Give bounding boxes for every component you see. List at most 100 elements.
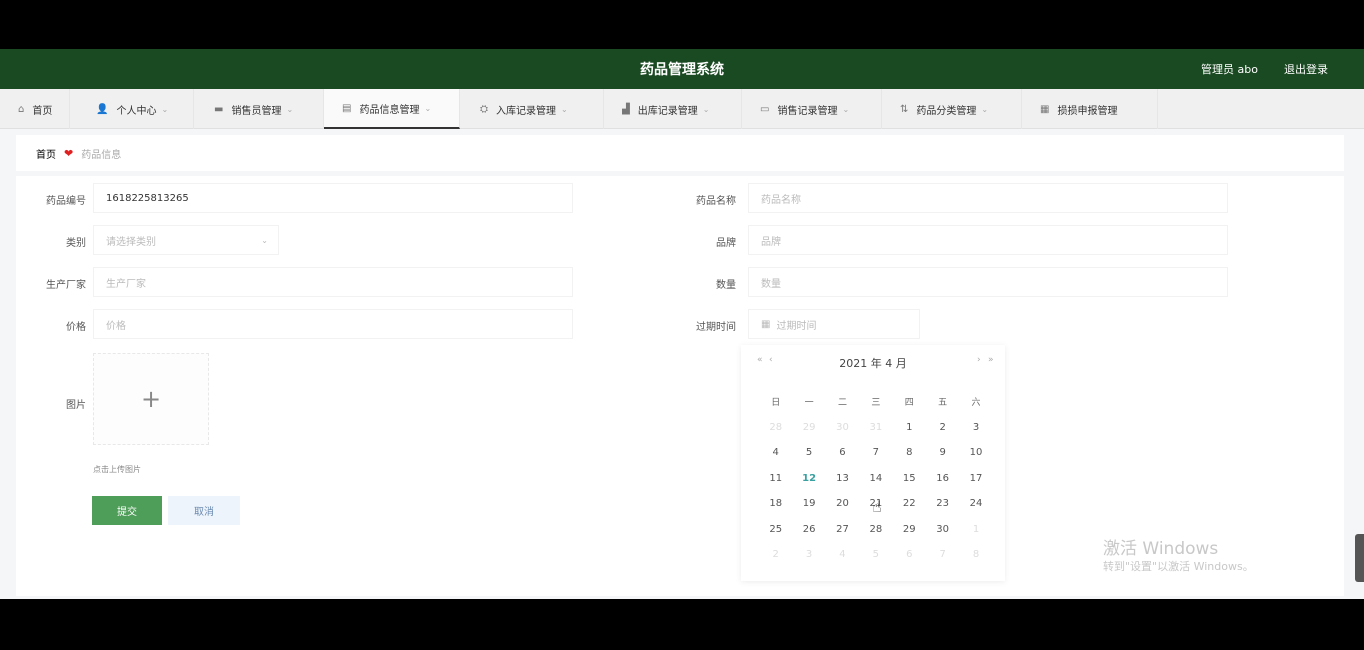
expiry-placeholder: 过期时间 bbox=[776, 320, 817, 332]
calendar-day[interactable]: 2 bbox=[926, 422, 959, 433]
calendar-day[interactable]: 7 bbox=[926, 549, 959, 560]
breadcrumb-home[interactable]: 首页 bbox=[36, 146, 56, 161]
calendar-day[interactable]: 4 bbox=[759, 447, 792, 458]
brand-input[interactable]: 品牌 bbox=[748, 225, 1228, 255]
calendar-day[interactable]: 22 bbox=[893, 498, 926, 509]
nav-item-profile[interactable]: 👤 个人中心 ⌄ bbox=[78, 89, 194, 129]
calendar-day[interactable]: 14 bbox=[859, 473, 892, 484]
calendar-month[interactable]: 4 bbox=[885, 357, 892, 370]
calendar-month-unit: 月 bbox=[895, 357, 907, 370]
chevron-down-icon: ⌄ bbox=[286, 104, 294, 114]
expiry-date-input[interactable]: ▦ 过期时间 bbox=[748, 309, 920, 339]
calendar-day[interactable]: 23 bbox=[926, 498, 959, 509]
calendar-icon: ▦ bbox=[761, 318, 771, 330]
calendar-day[interactable]: 8 bbox=[959, 549, 992, 560]
calendar-weekday: 一 bbox=[804, 398, 814, 409]
manufacturer-input[interactable]: 生产厂家 bbox=[93, 267, 573, 297]
manufacturer-label: 生产厂家 bbox=[46, 280, 86, 291]
chevron-down-icon: ⌄ bbox=[981, 104, 989, 114]
category-select[interactable]: 请选择类别 ⌄ bbox=[93, 225, 279, 255]
chevron-down-icon: ⌄ bbox=[424, 103, 432, 113]
calendar-day[interactable]: 2 bbox=[759, 549, 792, 560]
next-month-button[interactable]: › bbox=[977, 355, 981, 365]
logout-link[interactable]: 退出登录 bbox=[1284, 61, 1328, 77]
windows-watermark-title: 激活 Windows bbox=[1103, 539, 1219, 559]
calendar-day[interactable]: 5 bbox=[792, 447, 825, 458]
image-upload-area[interactable]: + bbox=[93, 353, 209, 445]
calendar-day[interactable]: 3 bbox=[959, 422, 992, 433]
nav-item-salesperson[interactable]: ▬ 销售员管理 ⌄ bbox=[196, 89, 324, 129]
nav-item-label: 药品分类管理 bbox=[916, 105, 977, 117]
calendar-day[interactable]: 29 bbox=[792, 422, 825, 433]
calendar-week-row: 2345678 bbox=[759, 542, 993, 568]
calendar-day[interactable]: 27 bbox=[826, 524, 859, 535]
date-picker-popup: « ‹ 2021 年 4 月 › » 日一二三四五六 28 29 30 31 1 2 3 4 5 6… bbox=[741, 345, 1005, 581]
calendar-weekday: 日 bbox=[771, 398, 781, 409]
calendar-day[interactable]: 6 bbox=[826, 447, 859, 458]
sort-icon: ⇅ bbox=[900, 103, 909, 115]
calendar-grid: 日一二三四五六 28 29 30 31 1 2 3 4 5 6 7 8 9 10 11 12 13 14 15 16 17… bbox=[759, 389, 993, 568]
nav-item-home[interactable]: ⌂ 首页 bbox=[0, 89, 70, 129]
cancel-button[interactable]: 取消 bbox=[168, 496, 240, 525]
nav-item-sales[interactable]: ▭ 销售记录管理 ⌄ bbox=[742, 89, 882, 129]
calendar-day[interactable]: 5 bbox=[859, 549, 892, 560]
calendar-day[interactable]: 4 bbox=[826, 549, 859, 560]
home-icon: ⌂ bbox=[18, 103, 25, 115]
calendar-day[interactable]: 15 bbox=[893, 473, 926, 484]
price-input[interactable]: 价格 bbox=[93, 309, 573, 339]
calendar-day[interactable]: 28 bbox=[859, 524, 892, 535]
nav-item-drug-info[interactable]: ▤ 药品信息管理 ⌄ bbox=[324, 89, 460, 129]
calendar-day[interactable]: 17 bbox=[959, 473, 992, 484]
next-year-button[interactable]: » bbox=[988, 355, 994, 365]
main-nav: ⌂ 首页 👤 个人中心 ⌄ ▬ 销售员管理 ⌄ ▤ 药品信息管理 ⌄ ⛭ 入库记… bbox=[0, 89, 1364, 129]
submit-button[interactable]: 提交 bbox=[92, 496, 162, 525]
chevron-down-icon: ⌄ bbox=[261, 235, 268, 245]
calendar-day[interactable]: 9 bbox=[926, 447, 959, 458]
calendar-day[interactable]: 1 bbox=[893, 422, 926, 433]
calendar-day[interactable]: 19 bbox=[792, 498, 825, 509]
top-header: 药品管理系统 管理员 abo 退出登录 bbox=[0, 49, 1364, 89]
calendar-day[interactable]: 12 bbox=[792, 473, 825, 484]
calendar-day[interactable]: 28 bbox=[759, 422, 792, 433]
calendar-day[interactable]: 1 bbox=[959, 524, 992, 535]
calendar-weekday-row: 日一二三四五六 bbox=[759, 389, 993, 415]
calendar-day[interactable]: 24 bbox=[959, 498, 992, 509]
heart-icon: ❤ bbox=[64, 146, 74, 160]
chevron-down-icon: ⌄ bbox=[161, 104, 169, 114]
calendar-day[interactable]: 31 bbox=[859, 422, 892, 433]
calendar-weekday: 二 bbox=[837, 398, 847, 409]
drug-no-input[interactable]: 1618225813265 bbox=[93, 183, 573, 213]
quantity-input[interactable]: 数量 bbox=[748, 267, 1228, 297]
nav-item-category[interactable]: ⇅ 药品分类管理 ⌄ bbox=[882, 89, 1022, 129]
drug-name-input[interactable]: 药品名称 bbox=[748, 183, 1228, 213]
calendar-day[interactable]: 6 bbox=[893, 549, 926, 560]
drug-name-label: 药品名称 bbox=[696, 196, 736, 207]
calendar-day[interactable]: 29 bbox=[893, 524, 926, 535]
nav-item-inbound[interactable]: ⛭ 入库记录管理 ⌄ bbox=[462, 89, 604, 129]
calendar-day[interactable]: 7 bbox=[859, 447, 892, 458]
calendar-day[interactable]: 25 bbox=[759, 524, 792, 535]
nav-item-label: 首页 bbox=[32, 105, 53, 117]
calendar-day[interactable]: 3 bbox=[792, 549, 825, 560]
calendar-day[interactable]: 8 bbox=[893, 447, 926, 458]
calendar-day[interactable]: 13 bbox=[826, 473, 859, 484]
nav-item-damage[interactable]: ▦ 损损申报管理 bbox=[1022, 89, 1158, 129]
category-placeholder: 请选择类别 bbox=[106, 236, 156, 248]
price-label: 价格 bbox=[66, 322, 86, 333]
calendar-day[interactable]: 10 bbox=[959, 447, 992, 458]
calendar-day[interactable]: 30 bbox=[826, 422, 859, 433]
calendar-year[interactable]: 2021 bbox=[839, 357, 867, 370]
calendar-day[interactable]: 30 bbox=[926, 524, 959, 535]
calendar-weekday: 五 bbox=[938, 398, 948, 409]
calendar-weekday: 四 bbox=[904, 398, 914, 409]
side-tab[interactable] bbox=[1355, 534, 1364, 582]
calendar-day[interactable]: 16 bbox=[926, 473, 959, 484]
calendar-day[interactable]: 11 bbox=[759, 473, 792, 484]
table-icon: ▭ bbox=[760, 103, 770, 115]
nav-item-outbound[interactable]: ▟ 出库记录管理 ⌄ bbox=[604, 89, 742, 129]
calendar-day[interactable]: 18 bbox=[759, 498, 792, 509]
calendar-day[interactable]: 26 bbox=[792, 524, 825, 535]
calendar-year-unit: 年 bbox=[870, 357, 882, 370]
calendar-day[interactable]: 20 bbox=[826, 498, 859, 509]
nav-item-label: 入库记录管理 bbox=[496, 105, 556, 117]
